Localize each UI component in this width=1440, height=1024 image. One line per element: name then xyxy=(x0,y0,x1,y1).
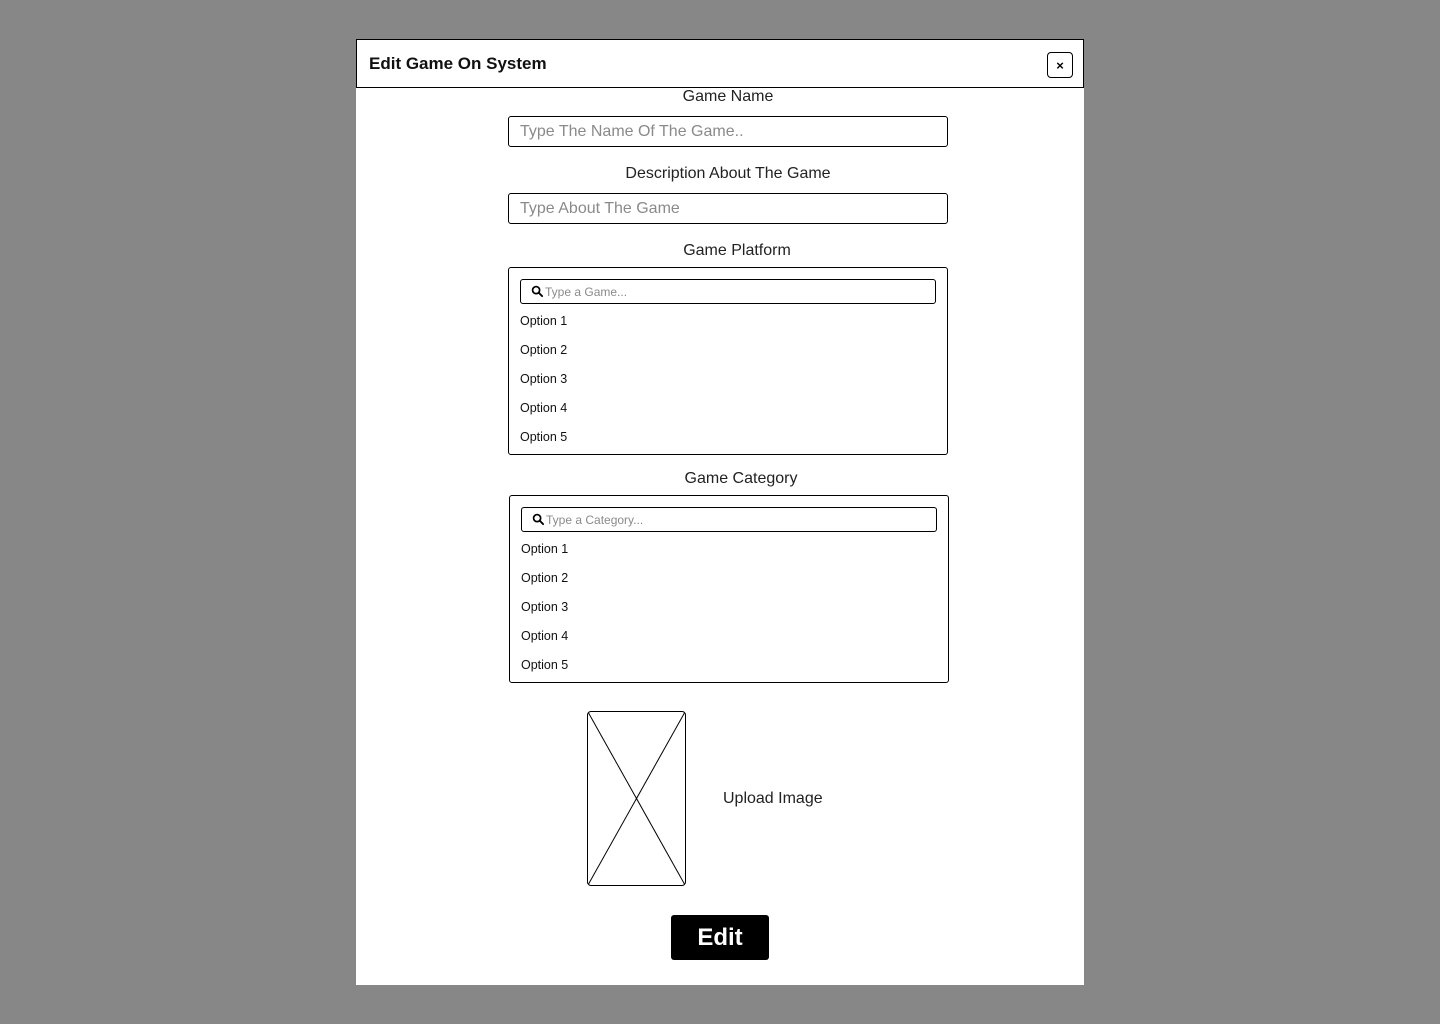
platform-option[interactable]: Option 5 xyxy=(520,428,567,457)
search-icon xyxy=(532,513,545,526)
image-placeholder-icon xyxy=(588,712,685,885)
close-button[interactable]: × xyxy=(1047,52,1073,78)
category-option[interactable]: Option 5 xyxy=(521,656,568,685)
category-option[interactable]: Option 2 xyxy=(521,569,568,598)
category-search-field[interactable] xyxy=(521,507,937,532)
image-placeholder[interactable] xyxy=(587,711,686,886)
category-option[interactable]: Option 4 xyxy=(521,627,568,656)
search-icon xyxy=(531,285,544,298)
platform-select: Option 1 Option 2 Option 3 Option 4 Opti… xyxy=(508,267,948,455)
platform-option-list: Option 1 Option 2 Option 3 Option 4 Opti… xyxy=(520,312,567,457)
modal-title: Edit Game On System xyxy=(369,54,547,73)
category-option[interactable]: Option 3 xyxy=(521,598,568,627)
category-search-input[interactable] xyxy=(546,508,926,531)
platform-search-input[interactable] xyxy=(545,280,925,303)
category-label: Game Category xyxy=(684,470,798,487)
platform-option[interactable]: Option 2 xyxy=(520,341,567,370)
edit-game-modal: Edit Game On System × Game Name Descript… xyxy=(356,39,1084,985)
platform-label: Game Platform xyxy=(683,242,791,259)
game-name-label: Game Name xyxy=(682,88,774,105)
category-select: Option 1 Option 2 Option 3 Option 4 Opti… xyxy=(509,495,949,683)
platform-option[interactable]: Option 3 xyxy=(520,370,567,399)
category-option[interactable]: Option 1 xyxy=(521,540,568,569)
platform-option[interactable]: Option 1 xyxy=(520,312,567,341)
upload-image-link[interactable]: Upload Image xyxy=(723,790,823,808)
description-input[interactable] xyxy=(508,193,948,224)
modal-header: Edit Game On System × xyxy=(356,39,1084,88)
description-label: Description About The Game xyxy=(625,165,831,182)
edit-button[interactable]: Edit xyxy=(671,915,769,960)
close-icon: × xyxy=(1056,57,1064,73)
platform-option[interactable]: Option 4 xyxy=(520,399,567,428)
game-name-input[interactable] xyxy=(508,116,948,147)
platform-search-field[interactable] xyxy=(520,279,936,304)
category-option-list: Option 1 Option 2 Option 3 Option 4 Opti… xyxy=(521,540,568,685)
